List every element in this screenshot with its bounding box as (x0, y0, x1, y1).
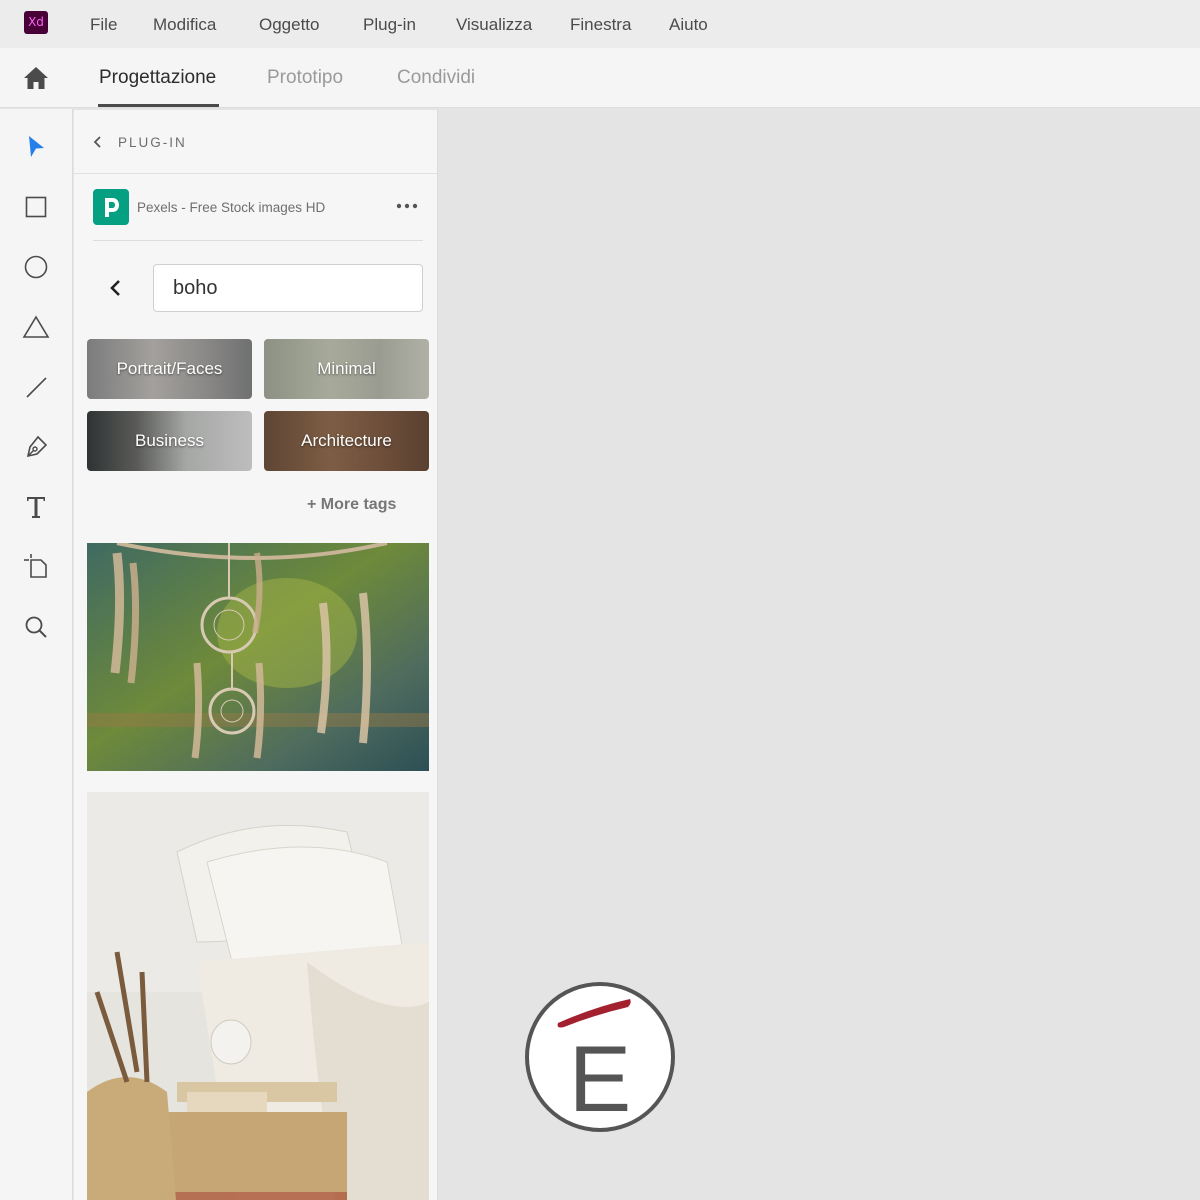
tab-progettazione[interactable]: Progettazione (99, 67, 216, 89)
tag-business[interactable]: Business (87, 411, 252, 471)
tag-portrait-faces[interactable]: Portrait/Faces (87, 339, 252, 399)
more-tags-link[interactable]: + More tags (307, 496, 396, 514)
panel-title: PLUG-IN (118, 135, 187, 150)
rectangle-icon (25, 196, 47, 218)
rectangle-tool[interactable] (20, 191, 52, 223)
search-result-image[interactable] (87, 792, 429, 1200)
plugin-panel: PLUG-IN Pexels - Free Stock images HD Po… (74, 110, 438, 1200)
badge-letter: E (569, 1026, 632, 1131)
app-logo-icon[interactable]: Xd (24, 11, 48, 34)
back-chevron-icon[interactable] (92, 135, 104, 149)
line-tool[interactable] (20, 371, 52, 403)
menu-plugin[interactable]: Plug-in (363, 15, 416, 35)
polygon-icon (22, 315, 50, 338)
text-tool[interactable] (20, 491, 52, 523)
search-input[interactable] (153, 264, 423, 312)
tag-label: Portrait/Faces (116, 359, 223, 378)
pexels-logo-icon (93, 189, 129, 225)
tag-label: Minimal (317, 359, 376, 378)
pen-tool[interactable] (20, 431, 52, 463)
ellipse-icon (24, 255, 48, 279)
menu-bar: Xd File Modifica Oggetto Plug-in Visuali… (0, 0, 1200, 48)
mode-tab-bar: Progettazione Prototipo Condividi (0, 48, 1200, 108)
select-tool[interactable] (20, 131, 52, 163)
zoom-tool[interactable] (20, 611, 52, 643)
tag-architecture[interactable]: Architecture (264, 411, 429, 471)
tag-label: Business (135, 431, 204, 450)
plugin-row: Pexels - Free Stock images HD (74, 174, 437, 242)
active-tab-indicator (98, 104, 219, 107)
artboard-icon (24, 554, 47, 578)
panel-header: PLUG-IN (74, 110, 437, 174)
more-options-icon[interactable] (394, 196, 420, 216)
tag-minimal[interactable]: Minimal (264, 339, 429, 399)
divider (93, 240, 423, 241)
menu-modifica[interactable]: Modifica (153, 15, 216, 35)
menu-oggetto[interactable]: Oggetto (259, 15, 320, 35)
tab-prototipo[interactable]: Prototipo (267, 67, 343, 89)
menu-visualizza[interactable]: Visualizza (456, 15, 532, 35)
select-icon (29, 136, 44, 157)
tab-condividi[interactable]: Condividi (397, 67, 475, 89)
line-icon (26, 377, 47, 398)
polygon-tool[interactable] (20, 311, 52, 343)
tag-label: Architecture (301, 431, 392, 450)
zoom-icon (25, 616, 47, 638)
logo-badge-icon: E (525, 982, 675, 1132)
search-back-icon[interactable] (108, 278, 124, 298)
menu-finestra[interactable]: Finestra (570, 15, 631, 35)
tools-toolbar (0, 109, 73, 1200)
text-icon (27, 497, 45, 518)
search-result-image[interactable] (87, 543, 429, 771)
plugin-name: Pexels - Free Stock images HD (137, 200, 326, 215)
artboard-tool[interactable] (20, 551, 52, 583)
menu-file[interactable]: File (90, 15, 117, 35)
home-icon[interactable] (22, 65, 50, 91)
menu-aiuto[interactable]: Aiuto (669, 15, 708, 35)
pen-icon (26, 435, 48, 458)
ellipse-tool[interactable] (20, 251, 52, 283)
